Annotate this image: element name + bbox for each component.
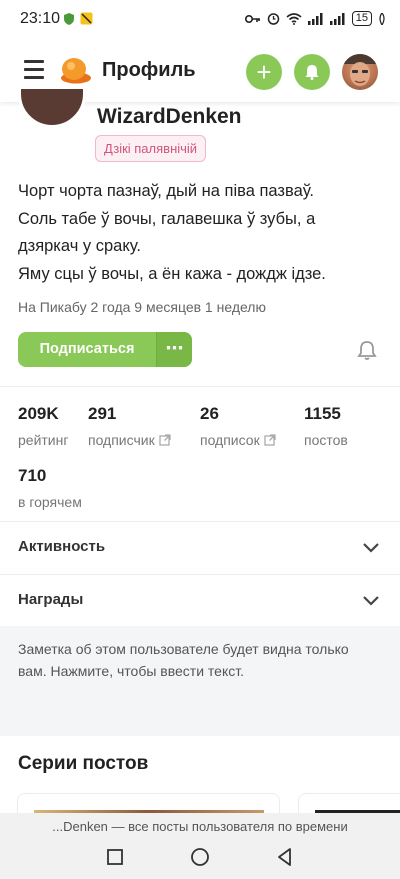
stat-label: постов (304, 432, 348, 448)
subscribe-button-group: Подписаться ⋯ (18, 332, 192, 367)
activity-section[interactable]: Активность (0, 522, 400, 574)
awards-label: Награды (18, 591, 84, 608)
more-options-button[interactable]: ⋯ (156, 332, 192, 367)
stat-label: подписок (200, 432, 260, 448)
awards-section[interactable]: Награды (0, 575, 400, 627)
divider (0, 386, 400, 387)
no-ads-icon (80, 12, 93, 25)
status-bar: 23:10 15 (0, 0, 400, 38)
profile-bio: Чорт чорта пазнаў, дый на піва пазваў. С… (18, 178, 388, 288)
external-link-icon (159, 434, 171, 446)
stat-posts[interactable]: 1155 постов (304, 404, 348, 448)
profile-avatar (18, 86, 86, 128)
home-icon[interactable] (190, 847, 210, 867)
user-note[interactable]: Заметка об этом пользователе будет видна… (0, 626, 400, 716)
back-icon[interactable] (275, 847, 295, 867)
stat-subscriptions[interactable]: 26 подписок (200, 404, 276, 448)
bio-line: Чорт чорта пазнаў, дый на піва пазваў. (18, 182, 314, 200)
bio-line: Соль табе ў вочы, галавешка ў зубы, а (18, 209, 316, 228)
external-link-icon (264, 434, 276, 446)
stat-rating[interactable]: 209K рейтинг (18, 404, 68, 448)
signal-icon (307, 12, 323, 25)
key-icon (244, 14, 260, 23)
stat-value: 1155 (304, 404, 341, 423)
stat-label: в горячем (18, 494, 82, 510)
bio-line: Яму сцы ў вочы, а ён кажа - дождж ідзе. (18, 264, 326, 283)
plus-icon: + (256, 57, 272, 87)
section-gap (0, 716, 400, 736)
notifications-button[interactable] (294, 54, 330, 90)
user-avatar[interactable] (342, 54, 378, 90)
stat-hot[interactable]: 710 в горячем (18, 466, 82, 510)
subscribe-button[interactable]: Подписаться (18, 332, 156, 367)
profile-username: WizardDenken (97, 105, 242, 128)
stat-value: 209K (18, 404, 59, 423)
add-post-button[interactable]: + (246, 54, 282, 90)
leaf-icon (379, 12, 385, 25)
member-since: На Пикабу 2 года 9 месяцев 1 неделю (18, 299, 266, 315)
profile-bell-icon[interactable] (356, 339, 378, 361)
status-right-icons: 15 (244, 11, 386, 26)
recent-apps-icon[interactable] (105, 847, 125, 867)
stat-followers[interactable]: 291 подписчик (88, 404, 171, 448)
activity-label: Активность (18, 538, 106, 555)
stat-label: подписчик (88, 432, 155, 448)
stat-value: 26 (200, 404, 219, 423)
wifi-icon (286, 12, 302, 25)
chevron-down-icon (363, 543, 379, 553)
pikabu-logo[interactable] (60, 56, 92, 84)
status-time: 23:10 (20, 10, 61, 27)
bell-icon (305, 65, 319, 80)
stat-value: 710 (18, 466, 47, 485)
page-title: Профиль (102, 59, 196, 81)
avatar-face-icon (342, 54, 378, 86)
bio-line: дзяркач у сраку. (18, 237, 141, 255)
bottom-hint-text[interactable]: ...Denken — все посты пользователя по вр… (0, 819, 400, 834)
profile-badge[interactable]: Дзікі палявнічій (95, 135, 207, 162)
stat-label: рейтинг (18, 432, 69, 448)
status-left-icons (64, 12, 93, 25)
alarm-icon (267, 13, 279, 25)
stat-value: 291 (88, 404, 117, 423)
note-text: Заметка об этом пользователе будет видна… (18, 641, 349, 679)
series-title: Серии постов (18, 753, 149, 774)
bottom-bar: ...Denken — все посты пользователя по вр… (0, 813, 400, 879)
signal-icon-2 (329, 12, 345, 25)
battery-indicator: 15 (351, 11, 372, 26)
chevron-down-icon (363, 596, 379, 606)
menu-icon[interactable] (24, 60, 44, 79)
shield-icon (64, 12, 74, 25)
